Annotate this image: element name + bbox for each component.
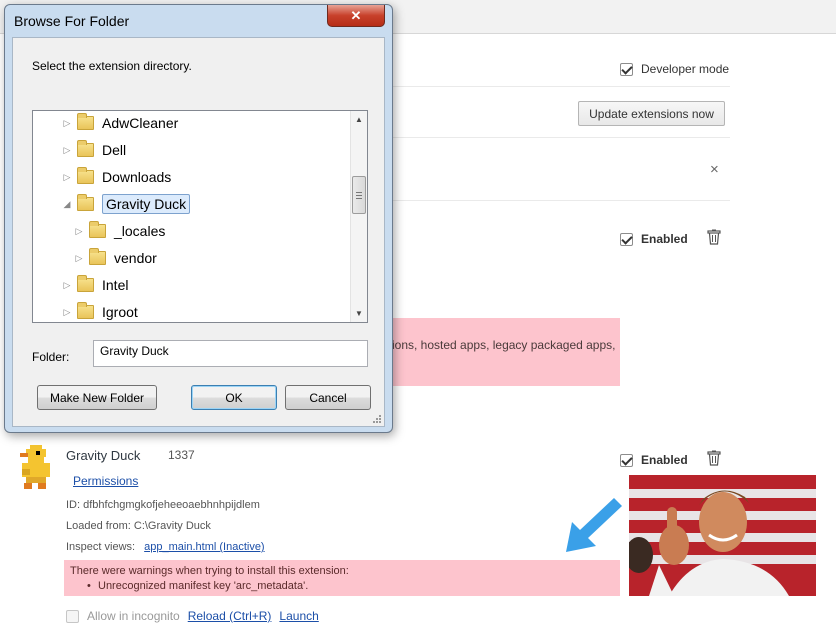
duck-icon <box>20 445 50 489</box>
expand-icon[interactable]: ▷ <box>61 172 73 183</box>
tree-item[interactable]: ▷ vendor <box>73 246 157 270</box>
inspect-views-label: Inspect views: <box>66 541 136 553</box>
folder-tree[interactable]: ▷ AdwCleaner ▷ Dell ▷ Downloads ◢ Gravity Duck ▷… <box>32 110 368 323</box>
dialog-body: Select the extension directory. ▷ AdwClea… <box>12 37 385 427</box>
enabled-label: Enabled <box>641 232 688 246</box>
folder-icon <box>89 248 106 265</box>
make-new-folder-button[interactable]: Make New Folder <box>37 385 157 410</box>
tree-item[interactable]: ▷ Igroot <box>61 300 138 322</box>
enabled-label: Enabled <box>641 453 688 467</box>
folder-icon <box>77 302 94 319</box>
tree-item[interactable]: ◢ Gravity Duck <box>61 192 191 216</box>
tree-item-label: vendor <box>114 250 157 266</box>
tree-item-label: Gravity Duck <box>102 194 191 214</box>
grip-line <box>356 198 362 199</box>
extension-version: 1337 <box>168 448 195 462</box>
expand-icon[interactable]: ◢ <box>61 199 73 210</box>
folder-icon <box>77 194 94 211</box>
scroll-down-icon[interactable]: ▼ <box>351 305 367 322</box>
inspect-view-link[interactable]: app_main.html (Inactive) <box>144 541 264 553</box>
folder-label: Folder: <box>32 350 70 364</box>
expand-icon[interactable]: ▷ <box>73 253 85 264</box>
loaded-from: Loaded from: C:\Gravity Duck <box>66 520 211 532</box>
tree-item-label: Downloads <box>102 169 172 185</box>
enabled-toggle-first[interactable]: Enabled <box>620 232 688 246</box>
launch-link[interactable]: Launch <box>279 609 318 623</box>
grip-line <box>356 192 362 193</box>
warning-box-top <box>385 318 620 386</box>
install-warning-item: • Unrecognized manifest key 'arc_metadat… <box>87 580 309 592</box>
divider <box>392 137 730 138</box>
tree-item-label: AdwCleaner <box>102 115 179 131</box>
inspect-views: Inspect views: app_main.html (Inactive) <box>66 541 265 553</box>
tree-item[interactable]: ▷ AdwCleaner <box>61 111 178 135</box>
incognito-label: Allow in incognito <box>87 609 180 623</box>
ok-button[interactable]: OK <box>191 385 277 410</box>
resize-grip-icon[interactable] <box>371 413 381 423</box>
tree-item-label: Intel <box>102 277 129 293</box>
expand-icon[interactable]: ▷ <box>61 280 73 291</box>
divider <box>392 200 730 201</box>
tree-item[interactable]: ▷ Downloads <box>61 165 171 189</box>
dialog-close-button[interactable]: ✕ <box>327 5 385 27</box>
developer-mode-checkbox[interactable] <box>620 62 633 76</box>
warning-text-partial: ions, hosted apps, legacy packaged apps, <box>392 338 616 352</box>
extension-name: Gravity Duck <box>66 448 141 463</box>
cancel-button[interactable]: Cancel <box>285 385 371 410</box>
tree-item[interactable]: ▷ _locales <box>73 219 165 243</box>
reload-link[interactable]: Reload (Ctrl+R) <box>188 609 272 623</box>
trash-icon[interactable] <box>707 450 721 466</box>
expand-icon[interactable]: ▷ <box>61 307 73 318</box>
scroll-thumb[interactable] <box>352 176 366 214</box>
folder-icon <box>77 113 94 130</box>
incognito-checkbox[interactable] <box>66 609 79 623</box>
scroll-up-icon[interactable]: ▲ <box>351 111 367 128</box>
folder-icon <box>77 140 94 157</box>
folder-icon <box>89 221 106 238</box>
bullet-icon: • <box>87 580 91 592</box>
tree-scrollbar[interactable]: ▲ ▼ <box>350 111 367 322</box>
dialog-title: Browse For Folder <box>14 13 130 29</box>
enabled-checkbox[interactable] <box>620 453 633 467</box>
incognito-row: Allow in incognito Reload (Ctrl+R) Launc… <box>66 609 319 623</box>
divider <box>392 86 730 87</box>
install-warning-title: There were warnings when trying to insta… <box>70 565 349 577</box>
tree-item-label: _locales <box>114 223 166 239</box>
folder-icon <box>77 275 94 292</box>
permissions-link[interactable]: Permissions <box>73 474 138 488</box>
expand-icon[interactable]: ▷ <box>61 145 73 156</box>
tree-item[interactable]: ▷ Dell <box>61 138 126 162</box>
update-extensions-button[interactable]: Update extensions now <box>578 101 725 126</box>
developer-mode-toggle[interactable]: Developer mode <box>620 62 729 76</box>
trash-icon[interactable] <box>707 229 721 245</box>
developer-mode-label: Developer mode <box>641 62 730 76</box>
close-icon[interactable]: × <box>710 161 719 178</box>
install-warning-item-text: Unrecognized manifest key 'arc_metadata'… <box>98 580 309 592</box>
dialog-prompt: Select the extension directory. <box>32 59 192 73</box>
tree-item[interactable]: ▷ Intel <box>61 273 128 297</box>
expand-icon[interactable]: ▷ <box>61 118 73 129</box>
enabled-checkbox[interactable] <box>620 232 633 246</box>
tree-item-label: Dell <box>102 142 127 158</box>
tree-item-label: Igroot <box>102 304 138 320</box>
enabled-toggle-gravity-duck[interactable]: Enabled <box>620 453 688 467</box>
folder-input[interactable]: Gravity Duck <box>93 340 368 367</box>
expand-icon[interactable]: ▷ <box>73 226 85 237</box>
arrow-icon <box>566 498 622 552</box>
folder-icon <box>77 167 94 184</box>
browse-for-folder-dialog: Browse For Folder ✕ Select the extension… <box>4 4 393 433</box>
thumbs-up-photo <box>629 475 816 596</box>
extension-id: ID: dfbhfchgmgkofjeheeoaebhnhpijdlem <box>66 499 260 511</box>
grip-line <box>356 195 362 196</box>
